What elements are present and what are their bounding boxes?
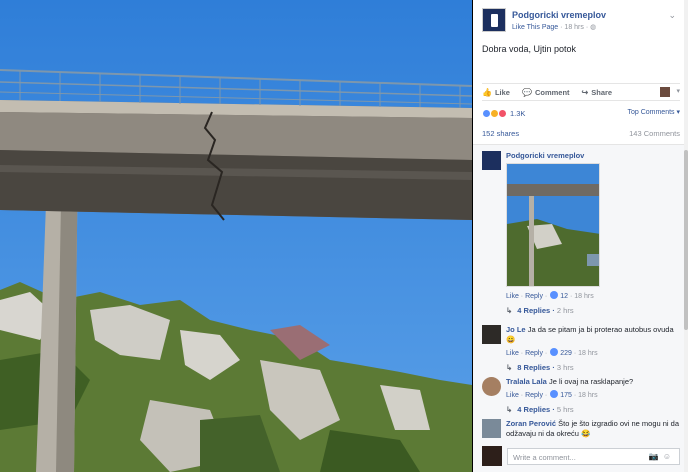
action-bar: 👍 Like 💬 Comment ↪ Share ▾ <box>482 83 680 101</box>
scrollbar-thumb[interactable] <box>684 150 688 330</box>
post-header: Podgoricki vremeplov Like This Page · 18… <box>482 8 680 38</box>
chevron-down-icon[interactable]: ⌄ <box>668 10 676 21</box>
love-reaction-icon <box>498 108 507 118</box>
emoji-icon[interactable]: ☺ <box>663 452 675 461</box>
post-photo[interactable] <box>0 0 472 472</box>
write-comment-row: Write a comment... 📷☺ <box>482 446 680 468</box>
input-icons: 📷☺ <box>649 452 675 461</box>
post-panel: Podgoricki vremeplov Like This Page · 18… <box>473 0 688 472</box>
comment-body: Jo Le Ja da se pitam ja bi proterao auto… <box>506 325 680 373</box>
comment-button[interactable]: 💬 Comment <box>522 88 570 97</box>
comment-reply-link[interactable]: Reply <box>525 350 543 357</box>
like-count-icon <box>550 348 559 356</box>
comment-item: Podgoricki vremeplov Like · Reply · 12 ·… <box>482 151 680 321</box>
like-count-icon <box>550 390 559 398</box>
comment-like-link[interactable]: Like <box>506 392 519 399</box>
commenter-avatar[interactable] <box>482 151 501 170</box>
comment-photo <box>507 164 599 286</box>
comments-count[interactable]: 143 Comments <box>629 129 680 138</box>
replies-time: 3 hrs <box>556 363 574 372</box>
reactions-row[interactable]: 1.3K Top Comments ▾ <box>482 106 680 120</box>
comment-like-link[interactable]: Like <box>506 293 519 300</box>
comment-reply-link[interactable]: Reply <box>525 293 543 300</box>
reply-arrow-icon: ↳ <box>506 363 513 372</box>
reply-arrow-icon: ↳ <box>506 405 513 414</box>
comment-like-count[interactable]: 12 <box>560 293 568 300</box>
share-label: Share <box>591 87 613 97</box>
comment-actions: Like · Reply · 229 · 18 hrs <box>506 348 598 357</box>
viewer-avatar[interactable] <box>660 87 670 97</box>
post-text: Dobra voda, Ujtin potok <box>482 44 577 54</box>
comment-text: Je li ovaj na rasklapanje? <box>548 377 634 386</box>
post-stats: 152 shares 143 Comments <box>482 129 680 141</box>
commenter-avatar[interactable] <box>482 325 501 344</box>
comment-label: Comment <box>534 87 570 97</box>
share-button[interactable]: ↪ Share <box>582 88 613 97</box>
post-meta: Like This Page · 18 hrs · ◍ <box>512 23 596 31</box>
bridge-photo <box>0 0 472 472</box>
comments-list: Podgoricki vremeplov Like · Reply · 12 ·… <box>473 144 688 472</box>
comment-item: Jo Le Ja da se pitam ja bi proterao auto… <box>482 325 680 375</box>
like-count-icon <box>550 291 559 299</box>
share-icon: ↪ <box>581 87 589 97</box>
reaction-count[interactable]: 1.3K <box>510 109 525 118</box>
page-avatar[interactable] <box>482 8 506 32</box>
viewer-avatar <box>482 446 502 466</box>
caret-down-icon[interactable]: ▾ <box>676 87 680 95</box>
commenter-avatar[interactable] <box>482 377 501 396</box>
commenter-name[interactable]: Podgoricki vremeplov <box>506 151 680 161</box>
like-label: Like <box>494 87 510 97</box>
replies-count: 8 Replies <box>517 363 551 372</box>
scrollbar[interactable] <box>684 0 688 472</box>
replies-count: 4 Replies <box>517 306 551 315</box>
commenter-name[interactable]: Zoran Perović <box>506 419 556 428</box>
commenter-avatar[interactable] <box>482 419 501 438</box>
comment-body: Zoran Perović Što je što izgradio ovi ne… <box>506 419 680 439</box>
top-comments-dropdown[interactable]: Top Comments ▾ <box>627 108 680 116</box>
comment-actions: Like · Reply · 175 · 18 hrs <box>506 390 598 399</box>
commenter-name[interactable]: Tralala Lala <box>506 377 547 386</box>
comment-time[interactable]: 18 hrs <box>578 392 597 399</box>
view-replies-link[interactable]: ↳ 4 Replies · 5 hrs <box>506 405 680 415</box>
replies-time: 5 hrs <box>556 405 574 414</box>
comment-actions: Like · Reply · 12 · 18 hrs <box>506 291 594 300</box>
comment-item: Tralala Lala Je li ovaj na rasklapanje? … <box>482 377 680 419</box>
thumbs-up-icon: 👍 <box>482 87 492 97</box>
reply-arrow-icon: ↳ <box>506 306 513 315</box>
comment-time[interactable]: 18 hrs <box>574 293 593 300</box>
comment-like-link[interactable]: Like <box>506 350 519 357</box>
camera-icon[interactable]: 📷 <box>649 452 663 461</box>
comment-image[interactable] <box>506 163 600 287</box>
view-replies-link[interactable]: ↳ 4 Replies · 2 hrs <box>506 306 574 315</box>
replies-time: 2 hrs <box>556 306 574 315</box>
comment-body: Podgoricki vremeplov <box>506 151 680 161</box>
like-page-link[interactable]: Like This Page <box>512 24 558 31</box>
shares-count[interactable]: 152 shares <box>482 129 519 138</box>
comment-like-count[interactable]: 175 <box>560 392 572 399</box>
post-time[interactable]: 18 hrs <box>564 24 583 31</box>
replies-count: 4 Replies <box>517 405 551 414</box>
comment-body: Tralala Lala Je li ovaj na rasklapanje? … <box>506 377 680 415</box>
comment-time[interactable]: 18 hrs <box>578 350 597 357</box>
comment-text: Ja da se pitam ja bi proterao autobus ov… <box>506 325 674 344</box>
globe-icon: ◍ <box>590 24 597 31</box>
comment-icon: 💬 <box>521 87 532 97</box>
comment-input-placeholder: Write a comment... <box>513 453 576 462</box>
page-name-link[interactable]: Podgoricki vremeplov <box>512 10 606 20</box>
commenter-name[interactable]: Jo Le <box>506 325 526 334</box>
view-replies-link[interactable]: ↳ 8 Replies · 3 hrs <box>506 363 680 373</box>
comment-reply-link[interactable]: Reply <box>525 392 543 399</box>
comment-like-count[interactable]: 229 <box>560 350 572 357</box>
comment-item: Zoran Perović Što je što izgradio ovi ne… <box>482 419 680 449</box>
comment-input[interactable]: Write a comment... 📷☺ <box>507 448 680 465</box>
like-button[interactable]: 👍 Like <box>482 88 510 97</box>
